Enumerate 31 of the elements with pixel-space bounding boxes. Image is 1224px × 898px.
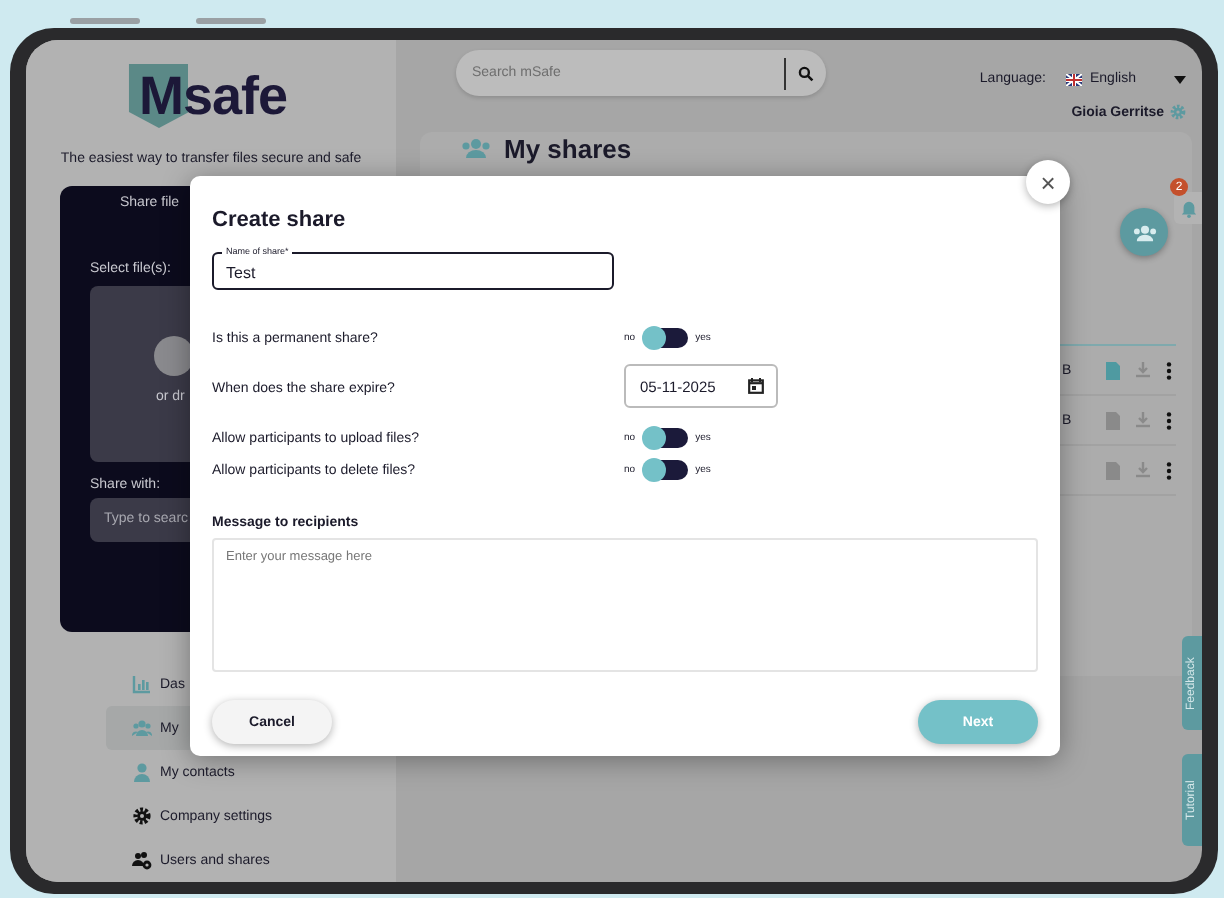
flag-icon bbox=[1066, 73, 1082, 85]
page-title: My shares bbox=[504, 133, 632, 163]
dialog-title: Create share bbox=[212, 208, 348, 236]
download-icon[interactable] bbox=[1136, 361, 1150, 379]
more-icon[interactable] bbox=[1166, 411, 1172, 429]
notification-button[interactable] bbox=[1174, 192, 1202, 224]
more-icon[interactable] bbox=[1166, 361, 1172, 379]
download-icon[interactable] bbox=[1136, 411, 1150, 429]
toggle-switch[interactable] bbox=[643, 328, 688, 348]
add-share-button[interactable] bbox=[1120, 208, 1168, 256]
file-icon[interactable] bbox=[1106, 461, 1120, 479]
calendar-icon[interactable] bbox=[748, 378, 764, 394]
group-gear-icon bbox=[132, 850, 152, 870]
download-icon[interactable] bbox=[1136, 461, 1150, 479]
group-icon bbox=[460, 138, 492, 158]
toggle-switch[interactable] bbox=[643, 460, 688, 480]
upload-circle bbox=[154, 336, 194, 376]
person-icon bbox=[132, 762, 152, 782]
gear-icon[interactable] bbox=[1170, 104, 1186, 120]
group-icon bbox=[1131, 223, 1157, 241]
field-value: Test bbox=[226, 264, 256, 282]
more-icon[interactable] bbox=[1166, 461, 1172, 479]
gear-icon bbox=[132, 806, 152, 826]
caret-icon bbox=[1174, 75, 1186, 83]
chart-icon bbox=[132, 674, 152, 694]
search-icon[interactable] bbox=[798, 65, 814, 81]
toggle-switch[interactable] bbox=[643, 428, 688, 448]
bell-icon bbox=[1179, 199, 1197, 217]
file-icon[interactable] bbox=[1106, 411, 1120, 429]
group-icon bbox=[132, 718, 152, 738]
file-icon[interactable] bbox=[1106, 361, 1120, 379]
